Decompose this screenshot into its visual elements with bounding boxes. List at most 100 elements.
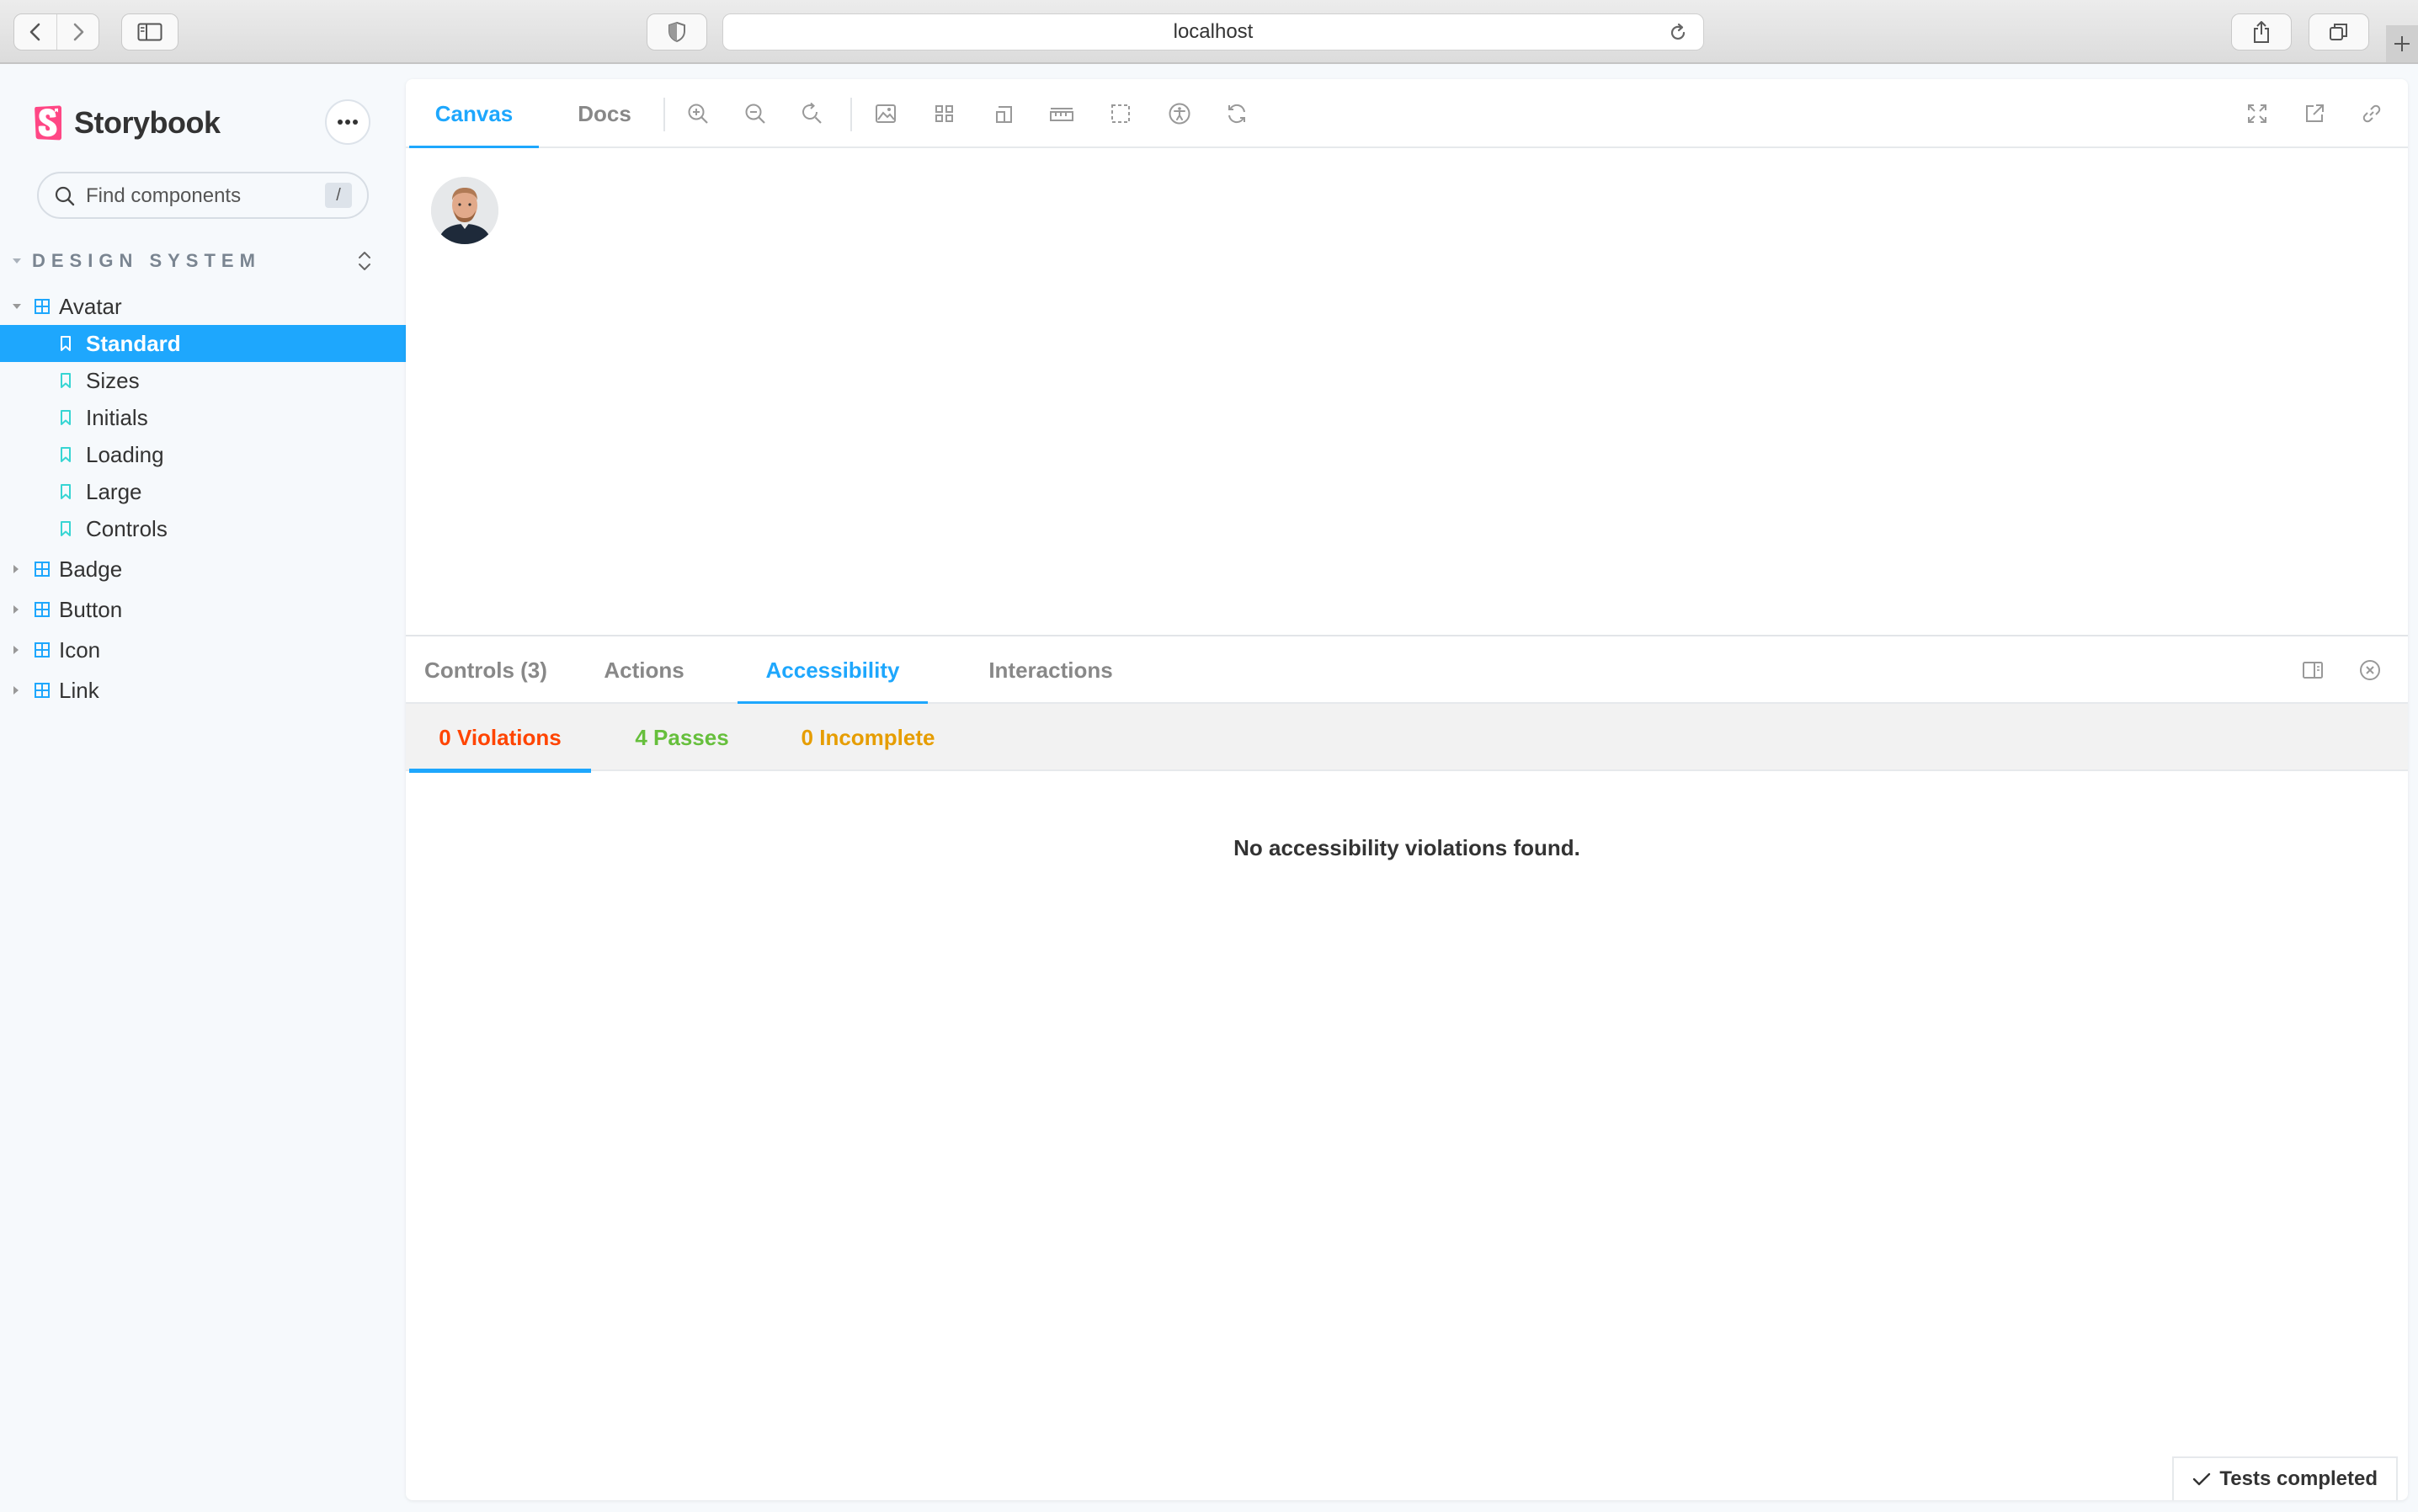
tab-docs[interactable]: Docs <box>571 79 638 148</box>
shield-icon <box>668 21 685 43</box>
story-controls[interactable]: Controls <box>0 510 406 547</box>
tab-violations[interactable]: 0 Violations <box>409 704 591 773</box>
search-shortcut: / <box>325 183 352 208</box>
viewport-icon[interactable] <box>991 101 1016 126</box>
privacy-button[interactable] <box>647 13 707 51</box>
copy-link-icon[interactable] <box>2359 101 2384 126</box>
brand-name: Storybook <box>74 105 221 140</box>
forward-button[interactable] <box>56 14 99 50</box>
avatar <box>431 177 498 244</box>
grid-icon[interactable] <box>932 101 957 126</box>
sidebar-toggle-button[interactable] <box>121 13 178 51</box>
caret-down-icon <box>13 258 21 264</box>
tree-item-label: Badge <box>59 556 123 582</box>
share-icon <box>2254 21 2269 43</box>
panel-orientation-icon[interactable] <box>2302 660 2324 680</box>
zoom-reset-icon[interactable] <box>799 101 824 126</box>
search-box[interactable]: / <box>37 172 369 219</box>
brand[interactable]: Storybook <box>34 103 221 143</box>
bookmark-icon <box>61 484 71 499</box>
story-label: Large <box>86 478 142 504</box>
bookmark-icon <box>61 373 71 388</box>
tree-item-label: Avatar <box>59 293 122 319</box>
bookmark-icon <box>61 336 71 351</box>
story-label: Sizes <box>86 367 140 393</box>
tab-canvas[interactable]: Canvas <box>409 79 539 150</box>
a11y-result-tabs: 0 Violations 4 Passes 0 Incomplete <box>406 704 2408 773</box>
story-loading[interactable]: Loading <box>0 436 406 473</box>
tabs-icon <box>2330 24 2347 40</box>
tree-item-avatar[interactable]: Avatar <box>0 288 406 325</box>
back-button[interactable] <box>14 14 56 50</box>
history-nav <box>13 13 99 51</box>
tab-accessibility[interactable]: Accessibility <box>738 636 928 705</box>
toolbar-divider <box>663 98 665 131</box>
reload-icon[interactable] <box>1668 23 1688 43</box>
group-header[interactable]: DESIGN SYSTEM <box>12 246 374 276</box>
zoom-out-icon[interactable] <box>743 101 768 126</box>
sidebar-icon <box>137 23 162 41</box>
caret-down-icon <box>13 304 21 309</box>
tabs-overview-button[interactable] <box>2309 13 2369 51</box>
component-icon <box>35 562 50 577</box>
accessibility-icon[interactable] <box>1167 101 1192 126</box>
more-icon <box>338 120 358 125</box>
browser-toolbar: localhost <box>0 0 2418 64</box>
component-icon <box>35 602 50 617</box>
zoom-in-icon[interactable] <box>685 101 711 126</box>
tree-item-link[interactable]: Link <box>0 672 406 709</box>
search-input[interactable] <box>86 182 322 210</box>
open-new-tab-icon[interactable] <box>2302 101 2327 126</box>
main-panel: Canvas Docs Controls (3) Actions Accessi… <box>406 79 2408 1500</box>
expand-all-icon[interactable] <box>355 249 374 273</box>
tree-item-badge[interactable]: Badge <box>0 551 406 588</box>
tab-controls[interactable]: Controls (3) <box>409 636 562 704</box>
plus-icon <box>2394 36 2410 51</box>
close-panel-icon[interactable] <box>2359 659 2381 681</box>
bookmark-icon <box>61 410 71 425</box>
story-label: Controls <box>86 515 168 541</box>
avatar-photo <box>431 177 498 244</box>
check-icon <box>2193 1472 2211 1486</box>
preview-canvas <box>406 148 2408 714</box>
tree-item-label: Icon <box>59 636 101 663</box>
sidebar: Storybook / DESIGN SYSTEM Avatar Standar… <box>0 66 406 1512</box>
caret-right-icon <box>13 646 19 654</box>
component-icon <box>35 299 50 314</box>
measure-icon[interactable] <box>1049 101 1074 126</box>
caret-right-icon <box>13 565 19 573</box>
remount-icon[interactable] <box>1224 101 1249 126</box>
address-bar[interactable]: localhost <box>722 13 1704 51</box>
tree-item-button[interactable]: Button <box>0 591 406 628</box>
url-text: localhost <box>1173 20 1254 43</box>
story-large[interactable]: Large <box>0 473 406 510</box>
tab-actions[interactable]: Actions <box>593 636 695 704</box>
fullscreen-icon[interactable] <box>2245 101 2270 126</box>
tab-passes[interactable]: 4 Passes <box>611 704 753 771</box>
addons-panel: Controls (3) Actions Accessibility Inter… <box>406 635 2408 1500</box>
tree-item-label: Link <box>59 677 99 703</box>
bookmark-icon <box>61 521 71 536</box>
outline-icon[interactable] <box>1108 101 1133 126</box>
a11y-empty-message: No accessibility violations found. <box>1233 835 1580 860</box>
caret-right-icon <box>13 686 19 695</box>
new-tab-button[interactable] <box>2386 25 2418 62</box>
story-standard[interactable]: Standard <box>0 325 406 362</box>
preview-toolbar: Canvas Docs <box>406 79 2408 150</box>
tab-interactions[interactable]: Interactions <box>956 636 1145 704</box>
forward-icon <box>73 23 83 41</box>
story-sizes[interactable]: Sizes <box>0 362 406 399</box>
search-icon <box>55 186 75 206</box>
component-icon <box>35 642 50 658</box>
group-title: DESIGN SYSTEM <box>32 250 261 271</box>
tree-item-icon[interactable]: Icon <box>0 631 406 668</box>
background-icon[interactable] <box>873 101 898 126</box>
status-text: Tests completed <box>2219 1467 2378 1490</box>
caret-right-icon <box>13 605 19 614</box>
tree-item-label: Button <box>59 596 123 622</box>
story-initials[interactable]: Initials <box>0 399 406 436</box>
story-label: Loading <box>86 441 164 467</box>
tab-incomplete[interactable]: 0 Incomplete <box>771 704 965 771</box>
share-button[interactable] <box>2231 13 2292 51</box>
menu-button[interactable] <box>325 99 370 145</box>
